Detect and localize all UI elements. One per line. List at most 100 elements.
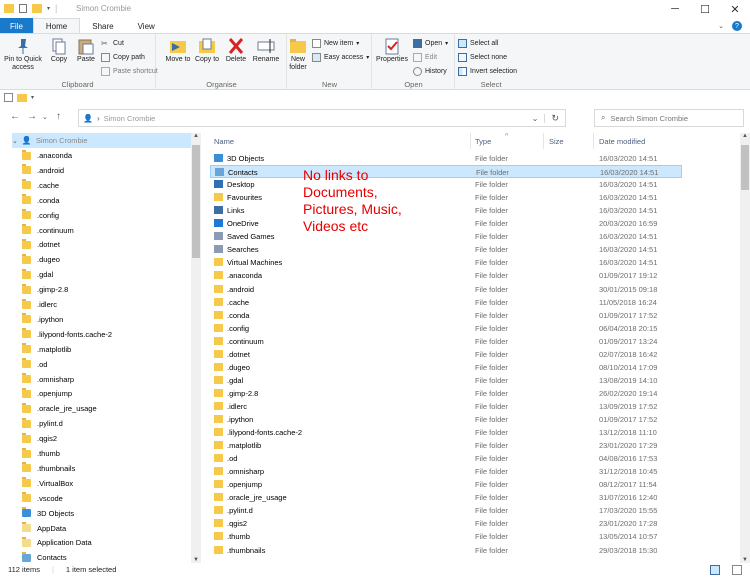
table-row[interactable]: .ipython File folder 01/09/2017 17:52 xyxy=(210,413,682,426)
column-divider[interactable] xyxy=(470,133,471,149)
paste-button[interactable]: Paste xyxy=(73,37,99,64)
nav-item[interactable]: .matplotlib xyxy=(22,342,201,357)
file-list-scrollbar[interactable]: ▲ ▼ xyxy=(740,133,750,563)
tab-home[interactable]: Home xyxy=(32,18,81,34)
copy-to-button[interactable]: Copy to xyxy=(193,37,221,64)
table-row[interactable]: .qgis2 File folder 23/01/2020 17:28 xyxy=(210,517,682,530)
table-row[interactable]: Saved Games File folder 16/03/2020 14:51 xyxy=(210,230,682,243)
details-view-icon[interactable] xyxy=(710,564,720,575)
column-divider[interactable] xyxy=(543,133,544,149)
table-row[interactable]: .dugeo File folder 08/10/2014 17:09 xyxy=(210,361,682,374)
table-row[interactable]: Contacts File folder 16/03/2020 14:51 xyxy=(210,165,682,179)
table-row[interactable]: Links File folder 16/03/2020 14:51 xyxy=(210,204,682,217)
nav-item[interactable]: .continuum xyxy=(22,223,201,238)
table-row[interactable]: .matplotlib File folder 23/01/2020 17:29 xyxy=(210,439,682,452)
nav-item[interactable]: .pylint.d xyxy=(22,416,201,431)
table-row[interactable]: .cache File folder 11/05/2018 16:24 xyxy=(210,296,682,309)
nav-item[interactable]: .gdal xyxy=(22,267,201,282)
cut-button[interactable]: ✂ Cut xyxy=(101,39,124,48)
nav-item[interactable]: .od xyxy=(22,357,201,372)
new-folder-icon[interactable] xyxy=(32,3,42,13)
nav-item[interactable]: .gimp-2.8 xyxy=(22,282,201,297)
tab-share[interactable]: Share xyxy=(80,18,125,34)
nav-scrollbar[interactable]: ▲ ▼ xyxy=(191,133,201,563)
checkbox-icon[interactable] xyxy=(4,93,13,102)
nav-item[interactable]: .idlerc xyxy=(22,297,201,312)
nav-item[interactable]: .omnisharp xyxy=(22,372,201,387)
column-name[interactable]: Name xyxy=(214,137,234,146)
nav-item[interactable]: AppData xyxy=(22,521,201,536)
nav-item[interactable]: .lilypond-fonts.cache-2 xyxy=(22,327,201,342)
table-row[interactable]: .pylint.d File folder 17/03/2020 15:55 xyxy=(210,504,682,517)
nav-item[interactable]: .thumb xyxy=(22,446,201,461)
close-icon[interactable]: ✕ xyxy=(720,0,750,18)
nav-item[interactable]: .android xyxy=(22,163,201,178)
chevron-down-icon[interactable]: ⌄ xyxy=(532,113,546,123)
nav-item[interactable]: .VirtualBox xyxy=(22,476,201,491)
search-input[interactable]: ⌕ Search Simon Crombie xyxy=(594,109,744,127)
table-row[interactable]: .thumb File folder 13/05/2014 10:57 xyxy=(210,530,682,543)
chevron-down-icon[interactable]: ▾ xyxy=(47,5,50,12)
table-row[interactable]: .config File folder 06/04/2018 20:15 xyxy=(210,322,682,335)
chevron-down-icon[interactable]: ⌄ xyxy=(718,22,724,30)
table-row[interactable]: .od File folder 04/08/2016 17:53 xyxy=(210,452,682,465)
move-to-button[interactable]: Move to xyxy=(164,37,192,64)
table-row[interactable]: .lilypond-fonts.cache-2 File folder 13/12/… xyxy=(210,426,682,439)
nav-item[interactable]: .cache xyxy=(22,178,201,193)
table-row[interactable]: .dotnet File folder 02/07/2018 16:42 xyxy=(210,348,682,361)
table-row[interactable]: .android File folder 30/01/2015 09:18 xyxy=(210,283,682,296)
table-row[interactable]: .omnisharp File folder 31/12/2018 10:45 xyxy=(210,465,682,478)
nav-item[interactable]: Application Data xyxy=(22,535,201,550)
column-date[interactable]: Date modified xyxy=(599,137,645,146)
scroll-up-icon[interactable]: ▲ xyxy=(740,133,750,139)
refresh-icon[interactable]: ↻ xyxy=(551,113,559,124)
tab-view[interactable]: View xyxy=(126,18,167,34)
easy-access-button[interactable]: Easy access ▾ xyxy=(312,53,369,62)
table-row[interactable]: Virtual Machines File folder 16/03/2020 14… xyxy=(210,256,682,269)
chevron-down-icon[interactable]: ⌄ xyxy=(42,113,48,121)
forward-icon[interactable]: → xyxy=(27,111,37,122)
large-icons-view-icon[interactable] xyxy=(732,564,742,575)
table-row[interactable]: OneDrive File folder 20/03/2020 16:59 xyxy=(210,217,682,230)
table-row[interactable]: 3D Objects File folder 16/03/2020 14:51 xyxy=(210,152,682,165)
maximize-icon[interactable]: ☐ xyxy=(690,0,720,18)
new-item-button[interactable]: New item ▾ xyxy=(312,39,359,48)
nav-item[interactable]: 3D Objects xyxy=(22,506,201,521)
column-type[interactable]: Type xyxy=(475,137,491,146)
nav-item[interactable]: .thumbnails xyxy=(22,461,201,476)
paste-shortcut-button[interactable]: Paste shortcut xyxy=(101,67,158,76)
edit-button[interactable]: Edit xyxy=(413,53,437,62)
table-row[interactable]: .continuum File folder 01/09/2017 13:24 xyxy=(210,335,682,348)
delete-button[interactable]: Delete xyxy=(223,37,249,64)
help-icon[interactable]: ? xyxy=(732,21,742,31)
column-size[interactable]: Size xyxy=(549,137,564,146)
open-button[interactable]: Open ▾ xyxy=(413,39,448,48)
properties-icon[interactable] xyxy=(19,3,27,13)
history-button[interactable]: History xyxy=(413,67,447,76)
table-row[interactable]: .openjump File folder 08/12/2017 11:54 xyxy=(210,478,682,491)
nav-item[interactable]: .ipython xyxy=(22,312,201,327)
address-bar[interactable]: 👤 › Simon Crombie ⌄ ↻ xyxy=(78,109,566,127)
table-row[interactable]: Favourites File folder 16/03/2020 14:51 xyxy=(210,191,682,204)
tab-file[interactable]: File xyxy=(0,18,33,34)
pin-button[interactable]: Pin to Quick access xyxy=(2,37,44,72)
copy-button[interactable]: Copy xyxy=(46,37,72,64)
rename-button[interactable]: Rename xyxy=(250,37,282,64)
up-icon[interactable]: ↑ xyxy=(56,111,61,122)
copy-path-button[interactable]: Copy path xyxy=(101,53,145,62)
chevron-down-icon[interactable]: ▾ xyxy=(31,94,34,101)
invert-selection-button[interactable]: Invert selection xyxy=(458,67,517,76)
table-row[interactable]: .anaconda File folder 01/09/2017 19:12 xyxy=(210,269,682,282)
nav-item[interactable]: .anaconda xyxy=(22,148,201,163)
nav-root[interactable]: ⌄ 👤 Simon Crombie xyxy=(12,133,192,148)
table-row[interactable]: .conda File folder 01/09/2017 17:52 xyxy=(210,309,682,322)
table-row[interactable]: .gdal File folder 13/08/2019 14:10 xyxy=(210,374,682,387)
select-none-button[interactable]: Select none xyxy=(458,53,507,62)
new-folder-button[interactable]: New folder xyxy=(288,37,308,72)
table-row[interactable]: .idlerc File folder 13/09/2019 17:52 xyxy=(210,400,682,413)
table-row[interactable]: .oracle_jre_usage File folder 31/07/2016 1… xyxy=(210,491,682,504)
nav-item[interactable]: .config xyxy=(22,208,201,223)
table-row[interactable]: Desktop File folder 16/03/2020 14:51 xyxy=(210,178,682,191)
minimize-icon[interactable]: ─ xyxy=(660,0,690,18)
scroll-up-icon[interactable]: ▲ xyxy=(191,133,201,139)
